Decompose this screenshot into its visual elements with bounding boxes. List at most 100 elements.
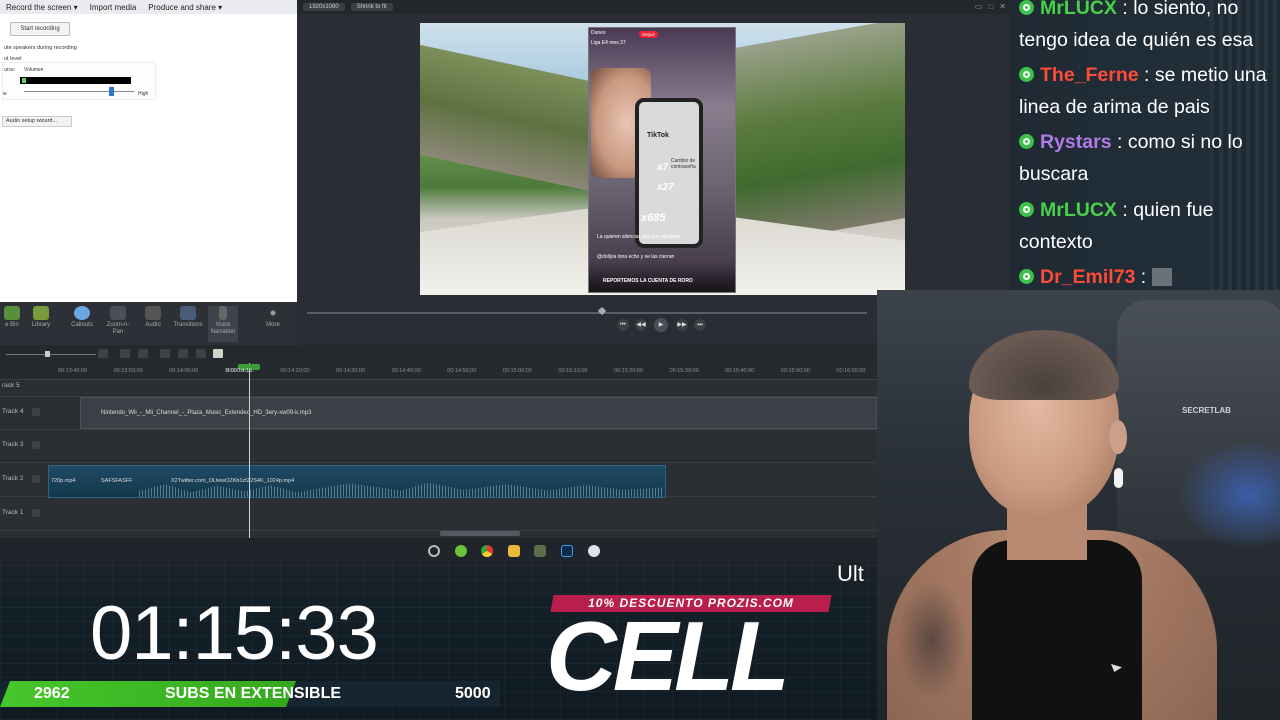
- tool-transitions[interactable]: Transitions: [170, 306, 206, 329]
- chat-username: Dr_Emil73: [1040, 266, 1136, 288]
- previous-clip-icon[interactable]: ⏮: [617, 319, 629, 331]
- tiktok-card-text: Cambio de contraseña: [671, 158, 696, 170]
- ruler-tick: 00:14:50;00: [447, 368, 477, 374]
- tiktok-banner: REPORTEMOS LA CUENTA DE RORO: [603, 278, 693, 284]
- video-clip-group[interactable]: 720p.mp4 SAFSFASFF X2Twitter.com_OLlwwOZ…: [48, 465, 666, 498]
- video-clip-name: 720p.mp4: [51, 478, 76, 484]
- track-label: Track 1: [2, 509, 24, 516]
- earbud-icon: [1114, 468, 1123, 488]
- tiktok-multiplier-b: x27: [657, 182, 674, 193]
- audio-clip[interactable]: Nintendo_Wii_-_Mii_Channel_-_Plaza_Music…: [80, 397, 877, 429]
- tiktok-league: Liga E4 mes 37: [591, 40, 626, 46]
- minimize-icon[interactable]: ▭: [975, 2, 983, 11]
- maximize-icon[interactable]: □: [988, 2, 993, 11]
- tool-more[interactable]: More: [260, 306, 286, 329]
- brand-logo: CELL: [546, 601, 790, 711]
- ruler-tick: 00:15:30;00: [669, 368, 699, 374]
- play-icon[interactable]: ▶: [654, 318, 668, 332]
- step-back-icon[interactable]: ◀◀: [635, 319, 647, 331]
- chat-message: Rystars : como si no lo buscara: [1019, 131, 1243, 185]
- dimensions-dropdown[interactable]: 1920x1080: [303, 3, 345, 11]
- tool-label: Zoom-n-Pan: [106, 322, 130, 335]
- step-forward-icon[interactable]: ▶▶: [676, 319, 688, 331]
- lock-icon[interactable]: [32, 509, 40, 517]
- chat-message: The_Ferne : se metio una linea de arima …: [1019, 64, 1267, 118]
- marker-icon[interactable]: [178, 349, 188, 358]
- tiktok-phone: [635, 98, 703, 248]
- tiktok-comment-1: La quieren silenciar hay que ayudarla: [597, 234, 681, 240]
- preview-toolbar: 1920x1080 Shrink to fit ▭ □ ✕: [297, 0, 1010, 14]
- scrub-track[interactable]: [307, 312, 867, 314]
- cut-icon[interactable]: [120, 349, 130, 358]
- tool-media-bin[interactable]: e Bin: [2, 306, 22, 329]
- tool-library[interactable]: Library: [28, 306, 54, 329]
- tool-label: Voice Narration: [210, 322, 236, 335]
- copy-icon[interactable]: [138, 349, 148, 358]
- tiktok-comment-2: @dollyia lona echo y se las cierran: [597, 254, 675, 260]
- ruler-tick: 00:14:20;00: [280, 368, 310, 374]
- subs-goal-target: 5000: [455, 685, 491, 702]
- track-row: Track 3: [0, 430, 877, 463]
- next-clip-icon[interactable]: ⏭: [694, 319, 706, 331]
- tool-audio[interactable]: Audio: [140, 306, 166, 329]
- playhead[interactable]: [249, 363, 250, 538]
- timeline-ruler[interactable]: 00:13:40;00 00:13:50;00 00:14:00;00 00:14:1…: [0, 363, 877, 380]
- timeline-scrollbar[interactable]: [440, 531, 520, 536]
- ruler-tick: 00:13:50;00: [113, 368, 143, 374]
- tool-voice-narration[interactable]: Voice Narration: [208, 306, 238, 342]
- volume-low-label: w: [3, 91, 7, 97]
- timeline-zoom-handle[interactable]: [45, 351, 50, 357]
- audio-setup-wizard-button[interactable]: Audio setup wizard...: [2, 116, 72, 127]
- volume-slider[interactable]: [24, 91, 134, 92]
- tiktok-logo: TikTok: [647, 132, 669, 139]
- tools-toolbar: e Bin Library Callouts Zoom-n-Pan Audio …: [0, 302, 297, 345]
- menu-import-media[interactable]: Import media: [84, 3, 143, 12]
- notes-icon[interactable]: [213, 349, 223, 358]
- tool-callouts[interactable]: Callouts: [66, 306, 98, 329]
- menu-produce-share[interactable]: Produce and share ▾: [142, 3, 228, 12]
- video-clip-name: X2Twitter.com_OLlwwOZKb1zfZ2S4K_1024p.mp…: [171, 478, 295, 484]
- editor-menubar: Record the screen ▾ Import media Produce…: [0, 0, 297, 14]
- tiktok-bottom-fade: [589, 262, 735, 292]
- input-level-fill: [22, 78, 26, 83]
- ruler-tick: 00:15:20;00: [614, 368, 644, 374]
- playhead-time: 0:00:14:15: [226, 368, 252, 374]
- chat-message: Dr_Emil73 :: [1019, 261, 1280, 290]
- discord-icon[interactable]: [588, 545, 600, 557]
- spotify-icon[interactable]: [455, 545, 467, 557]
- lock-icon[interactable]: [32, 475, 40, 483]
- source-value[interactable]: Volumen: [24, 67, 43, 73]
- track-label: Track 2: [2, 475, 24, 482]
- chat-panel: MrLUCX : lo siento, no tengo idea de qui…: [1010, 0, 1280, 290]
- snap-icon[interactable]: [196, 349, 206, 358]
- input-level-meter: [20, 77, 131, 84]
- tool-label: Transitions: [173, 322, 203, 328]
- tiktok-follow-badge: Seguir: [639, 31, 659, 38]
- playback-bar: ⏮ ◀◀ ▶ ▶▶ ⏭: [297, 302, 877, 345]
- chrome-icon[interactable]: [481, 545, 493, 557]
- stream-timer: 01:15:33: [90, 591, 379, 676]
- obs-icon[interactable]: [428, 545, 440, 557]
- streamer-ear: [1109, 420, 1127, 454]
- lock-icon[interactable]: [32, 408, 40, 416]
- track-row: rack 5: [0, 380, 877, 397]
- start-recording-button[interactable]: Start recording: [10, 22, 70, 36]
- close-icon[interactable]: ✕: [999, 2, 1006, 11]
- split-icon[interactable]: [160, 349, 170, 358]
- audio-clip-name: Nintendo_Wii_-_Mii_Channel_-_Plaza_Music…: [101, 410, 312, 416]
- tool-label: Audio: [145, 322, 161, 328]
- zoom-dropdown[interactable]: Shrink to fit: [350, 3, 393, 11]
- track-row: Track 1: [0, 498, 877, 531]
- webcam-feed: SECRETLAB: [877, 290, 1280, 720]
- folder-icon[interactable]: [508, 545, 520, 557]
- zoom-in-icon[interactable]: [98, 349, 108, 358]
- camtasia-icon[interactable]: [534, 545, 546, 557]
- photoshop-icon[interactable]: [561, 545, 573, 557]
- tool-zoom-pan[interactable]: Zoom-n-Pan: [102, 306, 134, 336]
- stream-canvas: Record the screen ▾ Import media Produce…: [0, 0, 1280, 720]
- chat-message: MrLUCX : quien fue contexto: [1019, 199, 1214, 253]
- menu-record-screen[interactable]: Record the screen ▾: [0, 3, 84, 12]
- volume-slider-handle[interactable]: [109, 87, 114, 96]
- lock-icon[interactable]: [32, 441, 40, 449]
- timeline-zoom-slider[interactable]: [6, 354, 96, 355]
